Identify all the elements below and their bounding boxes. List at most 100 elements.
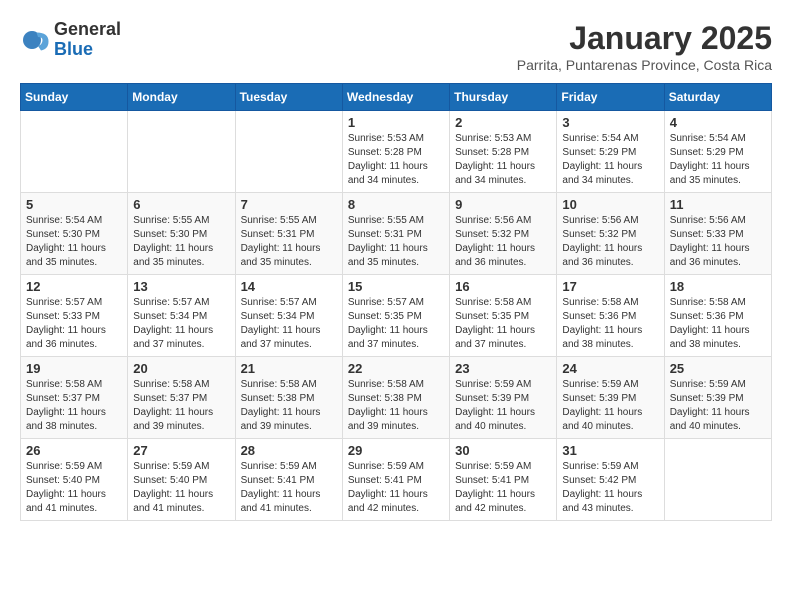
day-number: 4 — [670, 115, 766, 130]
logo-blue-text: Blue — [54, 40, 121, 60]
day-info: Sunrise: 5:56 AM Sunset: 5:32 PM Dayligh… — [562, 214, 658, 270]
calendar-cell — [664, 439, 771, 521]
day-number: 25 — [670, 361, 766, 376]
calendar-cell: 29 Sunrise: 5:59 AM Sunset: 5:41 PM Dayli… — [342, 439, 449, 521]
calendar-cell: 16 Sunrise: 5:58 AM Sunset: 5:35 PM Dayli… — [450, 275, 557, 357]
day-number: 13 — [133, 279, 229, 294]
day-info: Sunrise: 5:56 AM Sunset: 5:32 PM Dayligh… — [455, 214, 551, 270]
day-number: 14 — [241, 279, 337, 294]
day-number: 23 — [455, 361, 551, 376]
day-number: 30 — [455, 443, 551, 458]
page-header: General Blue January 2025 Parrita, Punta… — [20, 20, 772, 73]
day-info: Sunrise: 5:54 AM Sunset: 5:29 PM Dayligh… — [562, 132, 658, 188]
day-number: 7 — [241, 197, 337, 212]
calendar-cell: 18 Sunrise: 5:58 AM Sunset: 5:36 PM Dayli… — [664, 275, 771, 357]
calendar-cell: 22 Sunrise: 5:58 AM Sunset: 5:38 PM Dayli… — [342, 357, 449, 439]
calendar-cell: 17 Sunrise: 5:58 AM Sunset: 5:36 PM Dayli… — [557, 275, 664, 357]
calendar-cell: 23 Sunrise: 5:59 AM Sunset: 5:39 PM Dayli… — [450, 357, 557, 439]
title-block: January 2025 Parrita, Puntarenas Provinc… — [517, 20, 772, 73]
day-info: Sunrise: 5:59 AM Sunset: 5:41 PM Dayligh… — [455, 460, 551, 516]
day-number: 17 — [562, 279, 658, 294]
day-info: Sunrise: 5:57 AM Sunset: 5:35 PM Dayligh… — [348, 296, 444, 352]
calendar-cell: 3 Sunrise: 5:54 AM Sunset: 5:29 PM Daylig… — [557, 111, 664, 193]
day-number: 31 — [562, 443, 658, 458]
day-info: Sunrise: 5:59 AM Sunset: 5:40 PM Dayligh… — [133, 460, 229, 516]
day-number: 8 — [348, 197, 444, 212]
day-number: 26 — [26, 443, 122, 458]
day-info: Sunrise: 5:53 AM Sunset: 5:28 PM Dayligh… — [348, 132, 444, 188]
calendar-cell: 1 Sunrise: 5:53 AM Sunset: 5:28 PM Daylig… — [342, 111, 449, 193]
calendar-cell: 31Sunrise: 5:59 AM Sunset: 5:42 PM Dayli… — [557, 439, 664, 521]
day-info: Sunrise: 5:57 AM Sunset: 5:34 PM Dayligh… — [133, 296, 229, 352]
calendar-cell: 11 Sunrise: 5:56 AM Sunset: 5:33 PM Dayli… — [664, 193, 771, 275]
logo-general-text: General — [54, 20, 121, 40]
day-number: 10 — [562, 197, 658, 212]
day-number: 15 — [348, 279, 444, 294]
day-info: Sunrise: 5:55 AM Sunset: 5:31 PM Dayligh… — [241, 214, 337, 270]
calendar-table: SundayMondayTuesdayWednesdayThursdayFrid… — [20, 83, 772, 521]
calendar-cell: 25 Sunrise: 5:59 AM Sunset: 5:39 PM Dayli… — [664, 357, 771, 439]
day-number: 2 — [455, 115, 551, 130]
calendar-cell: 4 Sunrise: 5:54 AM Sunset: 5:29 PM Daylig… — [664, 111, 771, 193]
day-number: 19 — [26, 361, 122, 376]
calendar-week-row: 19 Sunrise: 5:58 AM Sunset: 5:37 PM Dayli… — [21, 357, 772, 439]
calendar-week-row: 12 Sunrise: 5:57 AM Sunset: 5:33 PM Dayli… — [21, 275, 772, 357]
calendar-cell: 12 Sunrise: 5:57 AM Sunset: 5:33 PM Dayli… — [21, 275, 128, 357]
day-info: Sunrise: 5:58 AM Sunset: 5:36 PM Dayligh… — [670, 296, 766, 352]
day-info: Sunrise: 5:56 AM Sunset: 5:33 PM Dayligh… — [670, 214, 766, 270]
weekday-header: Thursday — [450, 84, 557, 111]
day-number: 28 — [241, 443, 337, 458]
calendar-cell: 20 Sunrise: 5:58 AM Sunset: 5:37 PM Dayli… — [128, 357, 235, 439]
calendar-cell: 21Sunrise: 5:58 AM Sunset: 5:38 PM Dayli… — [235, 357, 342, 439]
day-info: Sunrise: 5:57 AM Sunset: 5:33 PM Dayligh… — [26, 296, 122, 352]
calendar-cell: 8Sunrise: 5:55 AM Sunset: 5:31 PM Daylig… — [342, 193, 449, 275]
calendar-cell: 19 Sunrise: 5:58 AM Sunset: 5:37 PM Dayli… — [21, 357, 128, 439]
day-number: 5 — [26, 197, 122, 212]
logo: General Blue — [20, 20, 121, 60]
day-info: Sunrise: 5:54 AM Sunset: 5:30 PM Dayligh… — [26, 214, 122, 270]
day-info: Sunrise: 5:54 AM Sunset: 5:29 PM Dayligh… — [670, 132, 766, 188]
month-title: January 2025 — [517, 20, 772, 57]
day-number: 18 — [670, 279, 766, 294]
calendar-cell: 9Sunrise: 5:56 AM Sunset: 5:32 PM Daylig… — [450, 193, 557, 275]
calendar-cell: 5 Sunrise: 5:54 AM Sunset: 5:30 PM Daylig… — [21, 193, 128, 275]
calendar-cell: 26 Sunrise: 5:59 AM Sunset: 5:40 PM Dayli… — [21, 439, 128, 521]
day-info: Sunrise: 5:58 AM Sunset: 5:37 PM Dayligh… — [26, 378, 122, 434]
day-number: 20 — [133, 361, 229, 376]
calendar-week-row: 26 Sunrise: 5:59 AM Sunset: 5:40 PM Dayli… — [21, 439, 772, 521]
weekday-header: Tuesday — [235, 84, 342, 111]
day-info: Sunrise: 5:59 AM Sunset: 5:41 PM Dayligh… — [348, 460, 444, 516]
calendar-cell: 14Sunrise: 5:57 AM Sunset: 5:34 PM Dayli… — [235, 275, 342, 357]
calendar-cell: 7 Sunrise: 5:55 AM Sunset: 5:31 PM Daylig… — [235, 193, 342, 275]
calendar-week-row: 5 Sunrise: 5:54 AM Sunset: 5:30 PM Daylig… — [21, 193, 772, 275]
day-number: 22 — [348, 361, 444, 376]
day-info: Sunrise: 5:55 AM Sunset: 5:30 PM Dayligh… — [133, 214, 229, 270]
calendar-cell — [235, 111, 342, 193]
day-number: 11 — [670, 197, 766, 212]
location-subtitle: Parrita, Puntarenas Province, Costa Rica — [517, 57, 772, 73]
day-number: 29 — [348, 443, 444, 458]
calendar-cell: 28 Sunrise: 5:59 AM Sunset: 5:41 PM Dayli… — [235, 439, 342, 521]
day-info: Sunrise: 5:59 AM Sunset: 5:39 PM Dayligh… — [455, 378, 551, 434]
calendar-cell: 15 Sunrise: 5:57 AM Sunset: 5:35 PM Dayli… — [342, 275, 449, 357]
weekday-header: Friday — [557, 84, 664, 111]
day-info: Sunrise: 5:59 AM Sunset: 5:41 PM Dayligh… — [241, 460, 337, 516]
calendar-cell: 24Sunrise: 5:59 AM Sunset: 5:39 PM Dayli… — [557, 357, 664, 439]
day-info: Sunrise: 5:59 AM Sunset: 5:40 PM Dayligh… — [26, 460, 122, 516]
day-info: Sunrise: 5:58 AM Sunset: 5:35 PM Dayligh… — [455, 296, 551, 352]
day-number: 1 — [348, 115, 444, 130]
day-number: 27 — [133, 443, 229, 458]
weekday-header: Sunday — [21, 84, 128, 111]
day-number: 16 — [455, 279, 551, 294]
day-number: 12 — [26, 279, 122, 294]
day-number: 6 — [133, 197, 229, 212]
calendar-cell: 2Sunrise: 5:53 AM Sunset: 5:28 PM Daylig… — [450, 111, 557, 193]
day-info: Sunrise: 5:58 AM Sunset: 5:36 PM Dayligh… — [562, 296, 658, 352]
day-info: Sunrise: 5:58 AM Sunset: 5:38 PM Dayligh… — [241, 378, 337, 434]
logo-icon — [20, 25, 50, 55]
day-number: 3 — [562, 115, 658, 130]
day-info: Sunrise: 5:58 AM Sunset: 5:37 PM Dayligh… — [133, 378, 229, 434]
day-info: Sunrise: 5:59 AM Sunset: 5:39 PM Dayligh… — [670, 378, 766, 434]
day-info: Sunrise: 5:58 AM Sunset: 5:38 PM Dayligh… — [348, 378, 444, 434]
calendar-cell: 27 Sunrise: 5:59 AM Sunset: 5:40 PM Dayli… — [128, 439, 235, 521]
